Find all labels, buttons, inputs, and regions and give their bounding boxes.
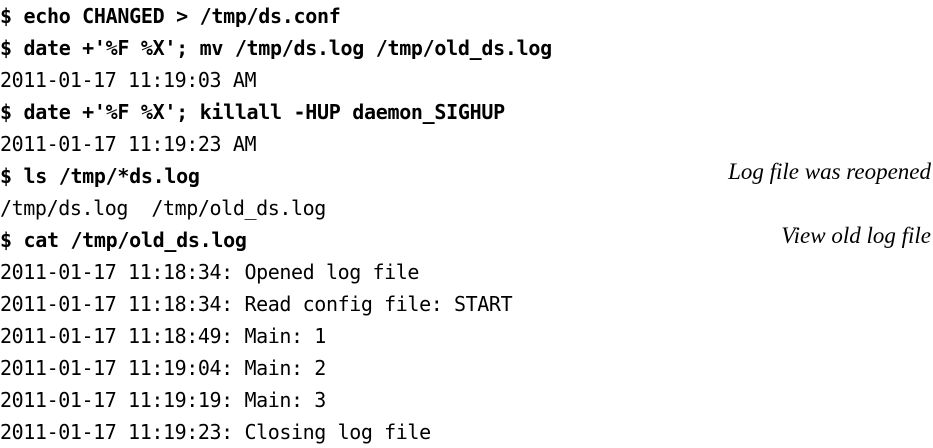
output-line: 2011-01-17 11:19:23 AM — [0, 132, 257, 156]
output-line: 2011-01-17 11:18:49: Main: 1 — [0, 324, 326, 348]
output-line: 2011-01-17 11:19:19: Main: 3 — [0, 388, 326, 412]
command-line: $ date +'%F %X'; mv /tmp/ds.log /tmp/old… — [0, 36, 552, 60]
command-line: $ ls /tmp/*ds.log — [0, 164, 200, 188]
command-line: $ echo CHANGED > /tmp/ds.conf — [0, 4, 341, 28]
output-line: 2011-01-17 11:18:34: Opened log file — [0, 260, 420, 284]
output-line: 2011-01-17 11:18:34: Read config file: S… — [0, 292, 513, 316]
command-line: $ date +'%F %X'; killall -HUP daemon_SIG… — [0, 100, 505, 124]
annotation-log-reopened: Log file was reopened — [728, 159, 931, 184]
output-line: 2011-01-17 11:19:04: Main: 2 — [0, 356, 326, 380]
annotation-view-old-log: View old log file — [781, 223, 931, 248]
terminal-listing: $ echo CHANGED > /tmp/ds.conf $ date +'%… — [0, 0, 933, 444]
output-line: /tmp/ds.log /tmp/old_ds.log — [0, 196, 326, 220]
output-line: 2011-01-17 11:19:03 AM — [0, 68, 257, 92]
command-line: $ cat /tmp/old_ds.log — [0, 228, 247, 252]
output-line: 2011-01-17 11:19:23: Closing log file — [0, 420, 431, 444]
